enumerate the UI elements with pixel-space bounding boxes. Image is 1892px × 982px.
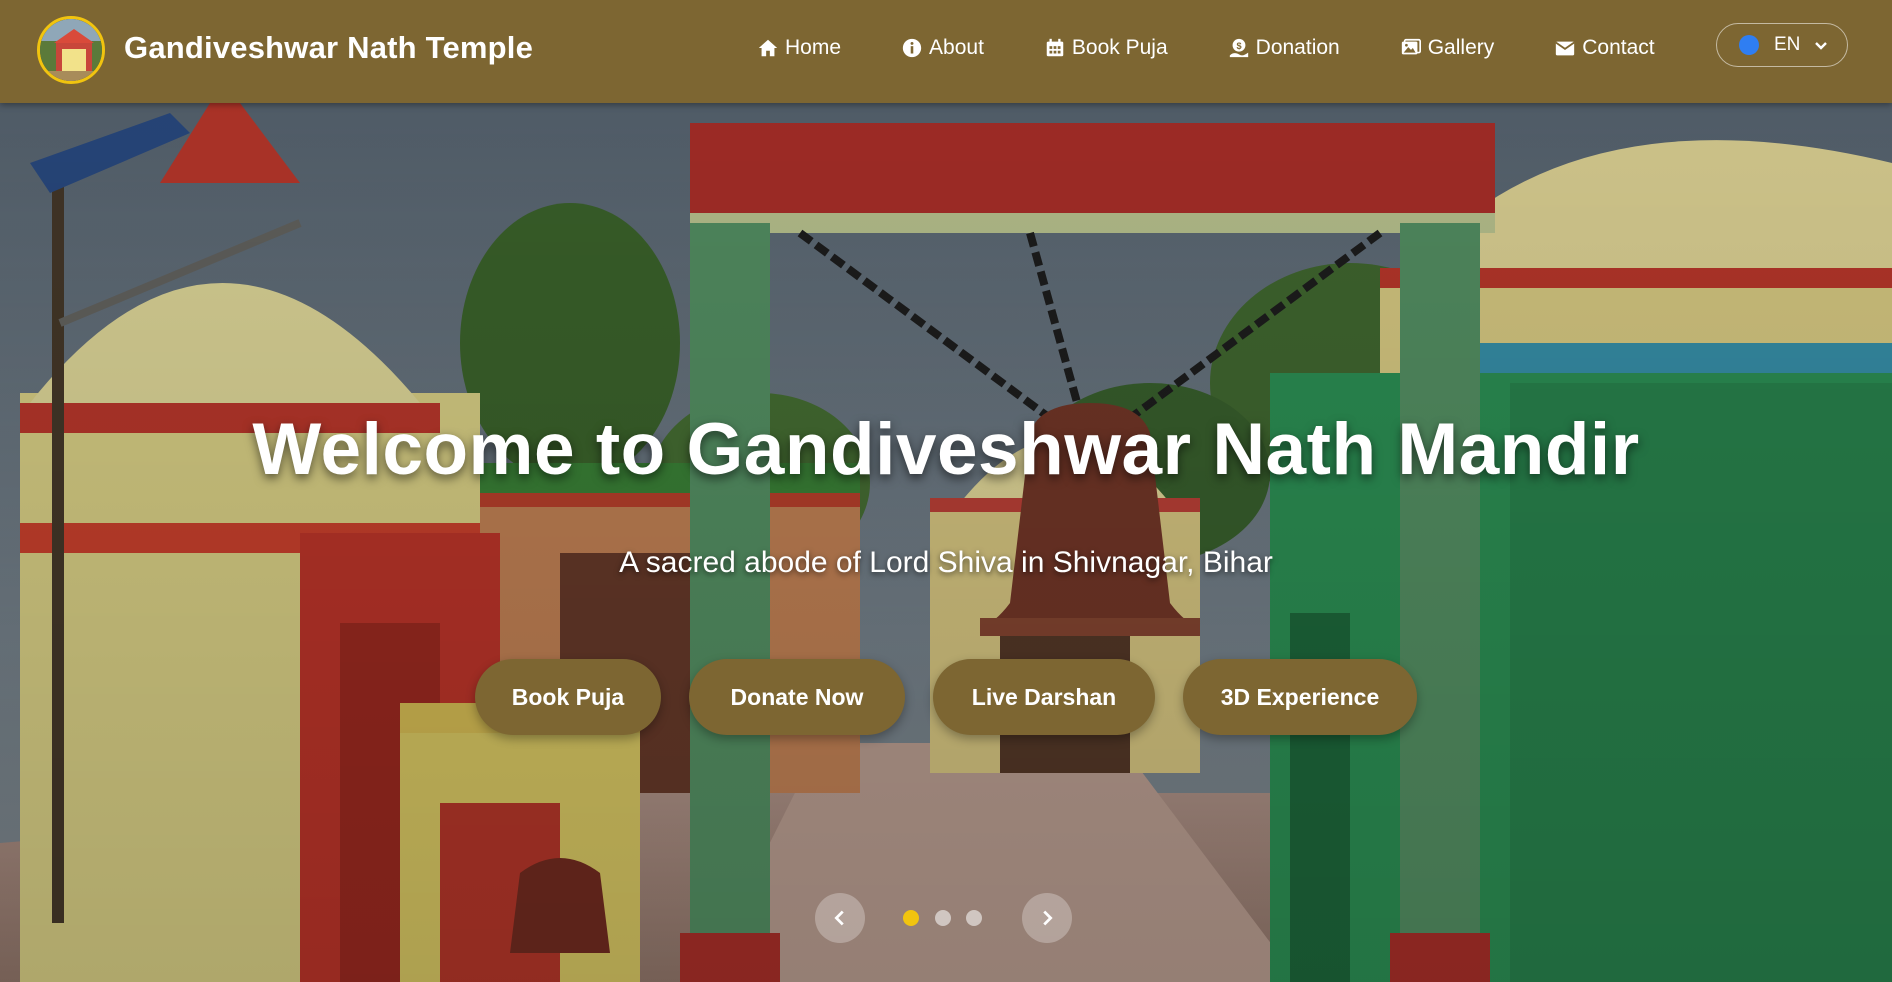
nav-donation[interactable]: $ Donation [1227,36,1340,60]
temple-logo-icon[interactable] [37,16,105,84]
svg-text:$: $ [1236,41,1241,51]
nav-contact-label: Contact [1582,36,1655,59]
chevron-right-icon [1043,910,1053,926]
chevron-left-icon [834,910,844,926]
hero-background-image [0,103,1892,982]
brand-title[interactable]: Gandiveshwar Nath Temple [124,30,533,66]
home-icon [756,36,780,60]
hero-subtitle: A sacred abode of Lord Shiva in Shivnaga… [619,546,1273,579]
chevron-down-icon [1813,37,1829,53]
nav-home[interactable]: Home [756,36,841,60]
hero-section: Welcome to Gandiveshwar Nath Mandir A sa… [0,103,1892,982]
nav-donation-label: Donation [1255,36,1340,59]
live-darshan-button[interactable]: Live Darshan [933,659,1155,735]
donate-now-button[interactable]: Donate Now [689,659,905,735]
hero-title: Welcome to Gandiveshwar Nath Mandir [252,409,1640,490]
language-selector[interactable]: EN [1716,23,1848,67]
hero-actions: Book Puja Donate Now Live Darshan 3D Exp… [0,659,1892,735]
book-puja-button[interactable]: Book Puja [475,659,661,735]
info-icon [900,36,924,60]
nav-about-label: About [929,36,984,59]
nav-book-puja-label: Book Puja [1071,36,1168,59]
carousel-dot-3[interactable] [966,910,982,926]
page: Gandiveshwar Nath Temple Home About Book… [0,0,1892,982]
globe-icon [1739,35,1759,55]
nav-about[interactable]: About [900,36,984,60]
language-value: EN [1774,34,1801,55]
nav-gallery-label: Gallery [1427,36,1495,59]
nav-contact[interactable]: Contact [1553,36,1655,60]
nav-gallery[interactable]: Gallery [1399,36,1495,60]
3d-experience-button[interactable]: 3D Experience [1183,659,1417,735]
nav-home-label: Home [785,36,842,59]
carousel-next-button[interactable] [1022,893,1072,943]
envelope-icon [1553,36,1577,60]
carousel-prev-button[interactable] [815,893,865,943]
nav-book-puja[interactable]: Book Puja [1043,36,1168,60]
carousel-dot-2[interactable] [935,910,951,926]
carousel-controls [0,893,1892,945]
gallery-icon [1399,36,1423,60]
calendar-icon [1043,36,1067,60]
donation-icon: $ [1227,36,1251,60]
main-nav: Home About Book Puja $ Donation Gallery … [756,36,1714,60]
navbar: Gandiveshwar Nath Temple Home About Book… [0,0,1892,103]
carousel-dot-1[interactable] [903,910,919,926]
